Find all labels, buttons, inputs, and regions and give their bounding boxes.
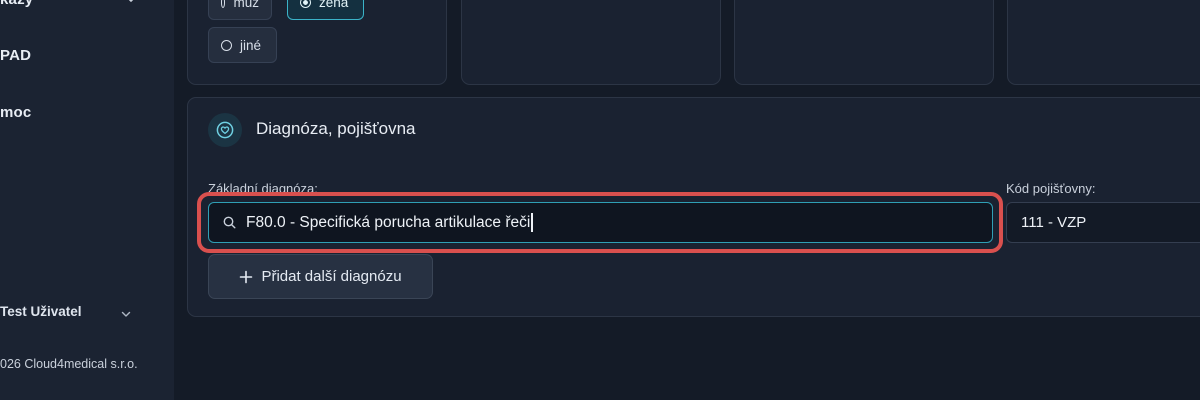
plus-icon <box>240 270 253 283</box>
sidebar-item-moc[interactable]: moc <box>0 104 31 121</box>
search-icon <box>223 216 236 229</box>
diagnoza-search-input[interactable]: F80.0 - Specifická porucha artikulace ře… <box>208 202 993 243</box>
sidebar-item-label: kazy <box>0 0 33 8</box>
kod-pojistovny-label: Kód pojišťovny: <box>1006 181 1096 196</box>
card-3 <box>734 0 994 85</box>
kod-pojistovny-value: 111 - VZP <box>1021 214 1087 231</box>
chevron-down-icon <box>121 311 131 317</box>
gender-option-zena[interactable]: žena <box>287 0 364 20</box>
kod-pojistovny-select[interactable]: 111 - VZP <box>1006 202 1200 243</box>
section-title: Diagnóza, pojišťovna <box>256 119 416 138</box>
radio-icon <box>221 0 226 8</box>
add-diagnosis-label: Přidat další diagnózu <box>261 268 402 285</box>
radio-icon <box>221 39 232 51</box>
add-diagnosis-button[interactable]: Přidat další diagnózu <box>208 254 433 299</box>
gender-option-label: jiné <box>240 37 262 53</box>
sidebar-item-label: PAD <box>0 47 32 64</box>
card-4 <box>1007 0 1200 85</box>
user-menu[interactable]: Test Uživatel <box>0 304 150 324</box>
text-caret <box>531 213 533 232</box>
radio-checked-icon <box>300 0 311 8</box>
sidebar-item-label: moc <box>0 104 32 121</box>
app-root: kazy PAD moc Test Uživatel 026 Cloud4med… <box>0 0 1200 400</box>
diagnoza-input-value: F80.0 - Specifická porucha artikulace ře… <box>246 213 531 231</box>
sidebar-item-kazy[interactable]: kazy <box>0 0 33 8</box>
sidebar: kazy PAD moc Test Uživatel 026 Cloud4med… <box>0 0 174 400</box>
gender-option-label: žena <box>319 0 349 10</box>
gender-option-label: muž <box>233 0 259 10</box>
copyright-text: 026 Cloud4medical s.r.o. <box>0 357 138 371</box>
section-icon-badge <box>208 113 242 147</box>
gender-option-jine[interactable]: jiné <box>208 27 277 63</box>
chevron-down-icon[interactable] <box>124 0 138 6</box>
user-name: Test Uživatel <box>0 304 82 319</box>
gender-option-muz[interactable]: muž <box>208 0 272 20</box>
heart-circle-icon <box>216 121 234 139</box>
card-2 <box>461 0 721 85</box>
sidebar-item-pad[interactable]: PAD <box>0 47 31 64</box>
